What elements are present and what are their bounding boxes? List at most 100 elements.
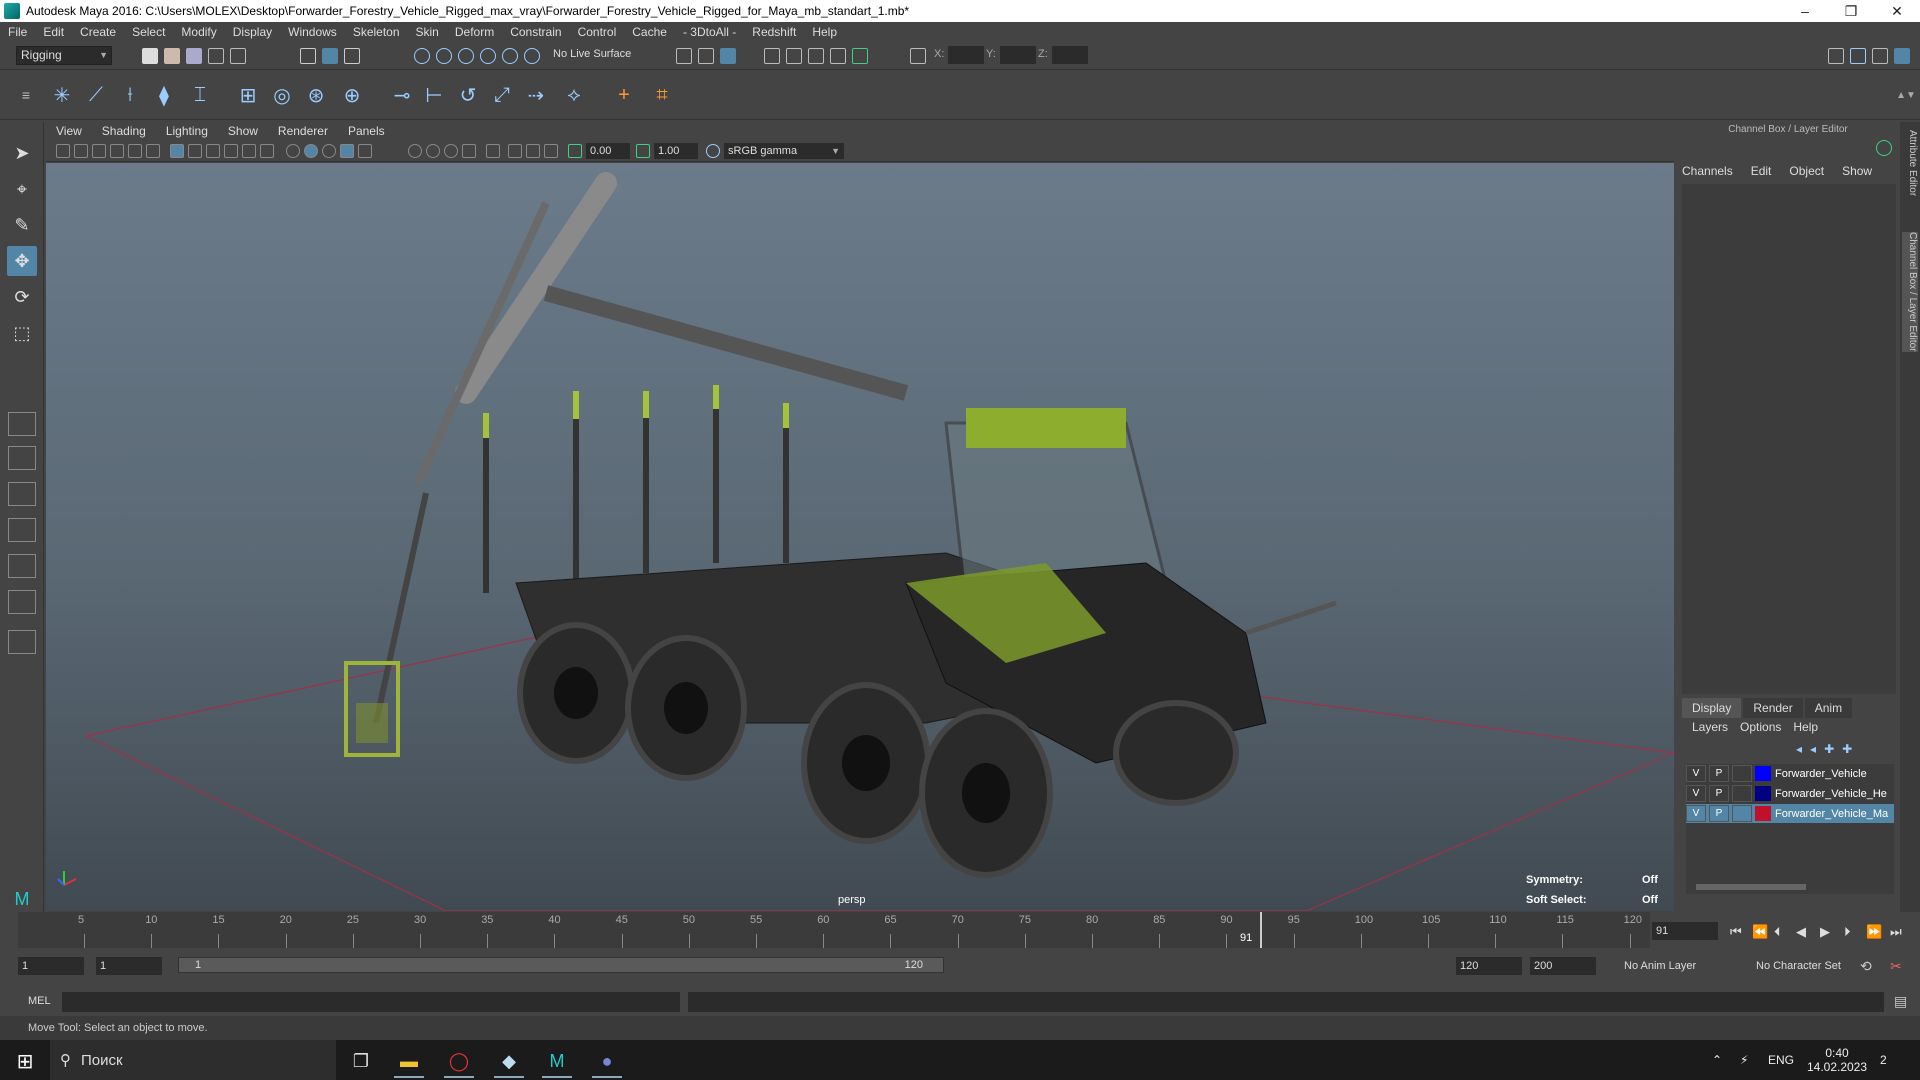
panel-menu-renderer[interactable]: Renderer [268,124,338,138]
motion-blur-icon[interactable] [444,144,458,158]
tab-render[interactable]: Render [1743,698,1803,718]
rotate-tool-icon[interactable]: ⟳ [7,282,37,312]
wireframe-icon[interactable] [286,144,300,158]
insert-joint-icon[interactable]: ⧫ [150,80,178,110]
tab-anim[interactable]: Anim [1804,698,1853,718]
use-all-lights-icon[interactable] [358,144,372,158]
new-layer-selected-icon[interactable]: ✚ [1842,742,1852,756]
safe-action-icon[interactable] [260,144,274,158]
menu-display[interactable]: Display [225,25,280,39]
x-field[interactable] [948,46,984,64]
current-frame-field[interactable]: 91 [1652,922,1718,940]
menu-skin[interactable]: Skin [408,25,447,39]
single-view-layout-icon[interactable] [8,412,36,436]
joint-tool-icon[interactable]: ✳ [48,80,76,110]
go-to-end-icon[interactable]: ⏭ [1890,924,1902,940]
layer-color-swatch[interactable] [1755,786,1771,801]
layer-playback-toggle[interactable]: P [1709,785,1729,802]
perspective-viewport[interactable]: persp Symmetry: Off Soft Select: Off [46,163,1674,911]
menu-create[interactable]: Create [72,25,124,39]
scale-constraint-icon[interactable]: ⤢ [488,80,516,110]
menu-select[interactable]: Select [124,25,173,39]
go-to-start-icon[interactable]: ⏮ [1730,924,1742,940]
channel-box-menu-show[interactable]: Show [1842,164,1872,178]
anim-layer-dropdown[interactable]: No Anim Layer [1620,957,1736,975]
panel-menu-lighting[interactable]: Lighting [156,124,218,138]
menu-modify[interactable]: Modify [173,25,224,39]
ipr-render-icon[interactable] [808,48,824,64]
side-by-side-layout-icon[interactable] [8,482,36,506]
move-layer-up-icon[interactable]: ◂ [1796,742,1802,756]
live-surface-label[interactable]: No Live Surface [553,48,631,60]
menu-skeleton[interactable]: Skeleton [345,25,408,39]
new-scene-icon[interactable] [142,48,158,64]
snap-surface-icon[interactable] [502,48,518,64]
menu-control[interactable]: Control [570,25,625,39]
script-editor-icon[interactable]: ▤ [1894,993,1907,1010]
shelf-menu-icon[interactable]: ≡ [12,80,40,110]
channel-box-menu-channels[interactable]: Channels [1682,164,1733,178]
wireframe-on-shaded-icon[interactable] [322,144,336,158]
pole-vector-icon[interactable]: ⟡ [560,80,588,110]
panel-menu-panels[interactable]: Panels [338,124,395,138]
gate-mask-icon[interactable] [224,144,238,158]
close-button[interactable]: ✕ [1874,0,1920,22]
move-tool-icon[interactable]: ✥ [7,246,37,276]
layer-menu-layers[interactable]: Layers [1692,720,1728,734]
modeling-toolkit-icon[interactable] [1828,48,1844,64]
step-back-icon[interactable]: ⏪ [1752,924,1768,940]
maya-taskbar-icon[interactable]: M [534,1044,580,1078]
gamma-field[interactable]: 1.00 [654,143,698,159]
minimize-button[interactable]: – [1782,0,1828,22]
four-view-layout-icon[interactable] [8,446,36,470]
attribute-editor-tab[interactable]: Attribute Editor [1902,130,1918,196]
output-ops-icon[interactable] [698,48,714,64]
camera-select-icon[interactable] [56,144,70,158]
lasso-tool-icon[interactable]: ⌖ [7,174,37,204]
bind-skin-icon[interactable]: ⊞ [234,80,262,110]
render-settings-icon[interactable] [830,48,846,64]
menu-windows[interactable]: Windows [280,25,345,39]
layer-list-scrollbar[interactable] [1696,884,1806,890]
select-component-icon[interactable] [344,48,360,64]
time-slider[interactable]: 91 5 10 15 20 25 30 35 40 45 50 55 60 65 70 75 80 85 90 95… [0,912,1920,948]
outliner-layout-icon[interactable] [8,590,36,614]
menu-constrain[interactable]: Constrain [502,25,569,39]
persp-graph-layout-icon[interactable] [8,518,36,542]
aim-constraint-icon[interactable]: ⇢ [522,80,550,110]
scale-tool-icon[interactable]: ⬚ [7,318,37,348]
select-hierarchy-icon[interactable] [300,48,316,64]
preferences-icon[interactable]: ✂ [1890,958,1902,975]
ambient-occlusion-icon[interactable] [426,144,440,158]
open-scene-icon[interactable] [164,48,180,64]
tab-display[interactable]: Display [1682,698,1742,718]
step-back-key-icon[interactable]: ⏴ [1774,924,1781,940]
layer-row[interactable]: V P Forwarder_Vehicle [1686,764,1894,783]
redo-icon[interactable] [230,48,246,64]
menu-redshift[interactable]: Redshift [744,25,804,39]
file-explorer-icon[interactable]: ▬ [386,1044,432,1078]
film-gate-icon[interactable] [188,144,202,158]
layer-type-toggle[interactable] [1732,765,1752,782]
locator-icon[interactable]: + [610,80,638,110]
step-forward-key-icon[interactable]: ⏵ [1844,924,1851,940]
channel-box-toggle-icon[interactable] [1894,48,1910,64]
task-view-icon[interactable]: ❐ [338,1044,384,1078]
attribute-editor-toggle-icon[interactable] [1850,48,1866,64]
lattice-icon[interactable]: ⊛ [302,80,330,110]
resolution-gate-icon[interactable] [206,144,220,158]
parent-constraint-icon[interactable]: ⊸ [388,80,416,110]
layer-color-swatch[interactable] [1755,806,1771,821]
windows-start-icon[interactable]: ⊞ [2,1044,48,1078]
shelf-scroll-icon[interactable]: ▲▼ [1892,80,1920,110]
field-chart-icon[interactable] [242,144,256,158]
grease-pencil-icon[interactable] [146,144,160,158]
select-object-icon[interactable] [322,48,338,64]
playback-end-field[interactable]: 120 [1456,957,1522,975]
snap-pivot-icon[interactable] [524,48,540,64]
y-field[interactable] [1000,46,1036,64]
layer-menu-options[interactable]: Options [1740,720,1781,734]
command-input[interactable] [62,992,680,1012]
exposure-icon[interactable] [568,144,582,158]
discord-icon[interactable]: ● [584,1044,630,1078]
